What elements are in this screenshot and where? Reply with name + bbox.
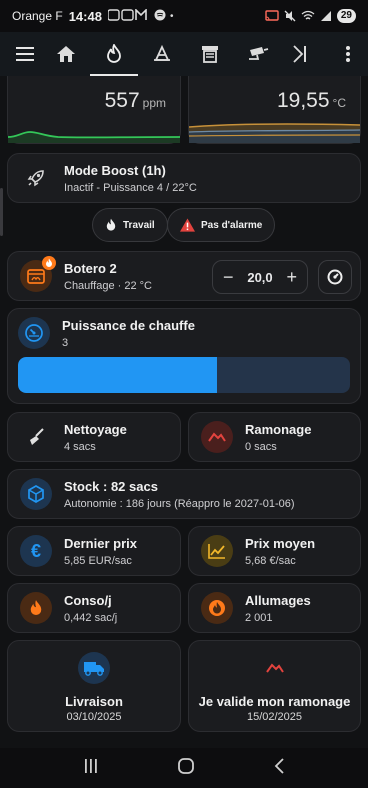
- setpoint-value: 20,0: [247, 269, 273, 285]
- box-icon: [20, 478, 52, 510]
- roof-icon: [201, 421, 233, 453]
- stove-name: Botero 2: [64, 260, 117, 276]
- dashboard: 557 ppm 19,55 °C Mode Boost (1h) Inactif -…: [0, 76, 368, 748]
- delivery-card[interactable]: Livraison 03/10/2025: [7, 640, 181, 732]
- sweeping-count: 0 sacs: [245, 440, 277, 453]
- ignitions-title: Allumages: [245, 592, 311, 608]
- menu-icon[interactable]: [8, 32, 42, 76]
- cleaning-title: Nettoyage: [64, 421, 127, 437]
- broom-icon: [20, 421, 52, 453]
- validate-sweeping-date: 15/02/2025: [246, 711, 303, 723]
- temperature-number: 19,55: [276, 89, 330, 112]
- delivery-title: Livraison: [65, 694, 123, 709]
- stove-card[interactable]: Botero 2 Chauffage · 22 °C − 20,0 +: [7, 251, 361, 301]
- temperature-unit: °C: [332, 96, 346, 110]
- speedometer-icon: [18, 317, 50, 349]
- stove-mode-button[interactable]: [318, 260, 352, 294]
- temperature-sparkline: [189, 123, 360, 143]
- work-status-chip[interactable]: Travail: [92, 208, 168, 242]
- flame-badge-icon: [42, 256, 56, 270]
- status-right: 29: [265, 9, 356, 23]
- validate-sweeping-card[interactable]: Je valide mon ramonage 15/02/2025: [188, 640, 361, 732]
- consumption-card[interactable]: Conso/j 0,442 sac/j: [7, 583, 181, 633]
- stove-mode: Chauffage · 22 °C: [64, 279, 152, 292]
- rocket-icon: [20, 162, 52, 194]
- co2-number: 557: [104, 89, 140, 112]
- last-price-card[interactable]: € Dernier prix 5,85 EUR/sac: [7, 526, 181, 576]
- cleaning-count: 4 sacs: [64, 440, 96, 453]
- work-status-label: Travail: [123, 219, 155, 231]
- average-price-title: Prix moyen: [245, 535, 316, 551]
- energy-icon[interactable]: [282, 32, 318, 76]
- co2-sparkline: [8, 131, 180, 143]
- stove-icon: [20, 256, 56, 292]
- stock-title: Stock : 82 sacs: [64, 478, 158, 494]
- warning-icon: [180, 218, 195, 232]
- decrease-button[interactable]: −: [223, 267, 234, 288]
- ignitions-card[interactable]: Allumages 2 001: [188, 583, 361, 633]
- mute-icon: [284, 10, 296, 22]
- battery-level: 29: [336, 9, 356, 23]
- camera-icon[interactable]: [234, 32, 282, 76]
- temperature-graph-card[interactable]: 19,55 °C: [188, 76, 361, 144]
- euro-icon: €: [20, 535, 52, 567]
- power-slider-fill: [18, 357, 218, 393]
- fire-circle-icon: [201, 592, 233, 624]
- signal-icon: [320, 11, 331, 21]
- average-price-value: 5,68 €/sac: [245, 554, 296, 567]
- last-price-value: 5,85 EUR/sac: [64, 554, 132, 567]
- setpoint-stepper: − 20,0 +: [212, 260, 308, 294]
- consumption-value: 0,442 sac/j: [64, 611, 118, 624]
- cast-icon: [265, 10, 279, 21]
- boost-status: Inactif - Puissance 4 / 22°C: [64, 181, 197, 194]
- notification-icons: [107, 7, 150, 24]
- consumption-title: Conso/j: [64, 592, 112, 608]
- fire-icon: [20, 592, 52, 624]
- stock-card[interactable]: Stock : 82 sacs Autonomie : 186 jours (R…: [7, 469, 361, 519]
- boost-mode-card[interactable]: Mode Boost (1h) Inactif - Puissance 4 / …: [7, 153, 361, 203]
- flame-icon: [106, 218, 116, 231]
- clock: 14:48: [68, 8, 102, 24]
- gauge-icon: [327, 269, 343, 285]
- home-icon[interactable]: [42, 32, 90, 76]
- sweeping-card[interactable]: Ramonage 0 sacs: [188, 412, 361, 462]
- alarm-status-chip[interactable]: Pas d'alarme: [167, 208, 276, 242]
- power-card: Puissance de chauffe 3: [7, 308, 361, 404]
- flame-icon[interactable]: [90, 32, 138, 76]
- back-icon[interactable]: [273, 757, 285, 779]
- alarm-status-label: Pas d'alarme: [201, 219, 263, 231]
- temperature-value: 19,55 °C: [277, 89, 346, 113]
- co2-unit: ppm: [142, 96, 166, 110]
- wifi-icon: [301, 10, 315, 20]
- power-title: Puissance de chauffe: [62, 317, 195, 333]
- average-price-card[interactable]: Prix moyen 5,68 €/sac: [188, 526, 361, 576]
- radiator-icon[interactable]: [138, 32, 186, 76]
- ignitions-value: 2 001: [245, 611, 273, 624]
- app-toolbar: [0, 32, 368, 76]
- boost-title: Mode Boost (1h): [64, 162, 166, 178]
- more-options-icon[interactable]: [336, 32, 360, 76]
- chart-line-icon: [201, 535, 233, 567]
- co2-value: 557 ppm: [105, 89, 166, 113]
- status-bar: Orange F 14:48 • 29: [0, 0, 368, 32]
- validate-sweeping-title: Je valide mon ramonage: [198, 694, 351, 709]
- recent-apps-icon[interactable]: [83, 758, 99, 779]
- delivery-date: 03/10/2025: [66, 711, 122, 723]
- last-price-title: Dernier prix: [64, 535, 137, 551]
- increase-button[interactable]: +: [286, 267, 297, 288]
- hopper-icon[interactable]: [186, 32, 234, 76]
- roof-icon: [259, 652, 291, 684]
- home-button-icon[interactable]: [177, 757, 195, 780]
- truck-icon: [78, 652, 110, 684]
- dot-icon: •: [169, 10, 174, 22]
- system-nav-bar: [0, 748, 368, 788]
- sweeping-title: Ramonage: [245, 421, 312, 437]
- power-value: 3: [62, 336, 69, 349]
- carrier-label: Orange F: [12, 9, 63, 23]
- stock-autonomy: Autonomie : 186 jours (Réappro le 2027-0…: [64, 497, 295, 510]
- spotify-icon: [154, 9, 166, 24]
- co2-graph-card[interactable]: 557 ppm: [7, 76, 181, 144]
- cleaning-card[interactable]: Nettoyage 4 sacs: [7, 412, 181, 462]
- power-slider[interactable]: [18, 357, 350, 393]
